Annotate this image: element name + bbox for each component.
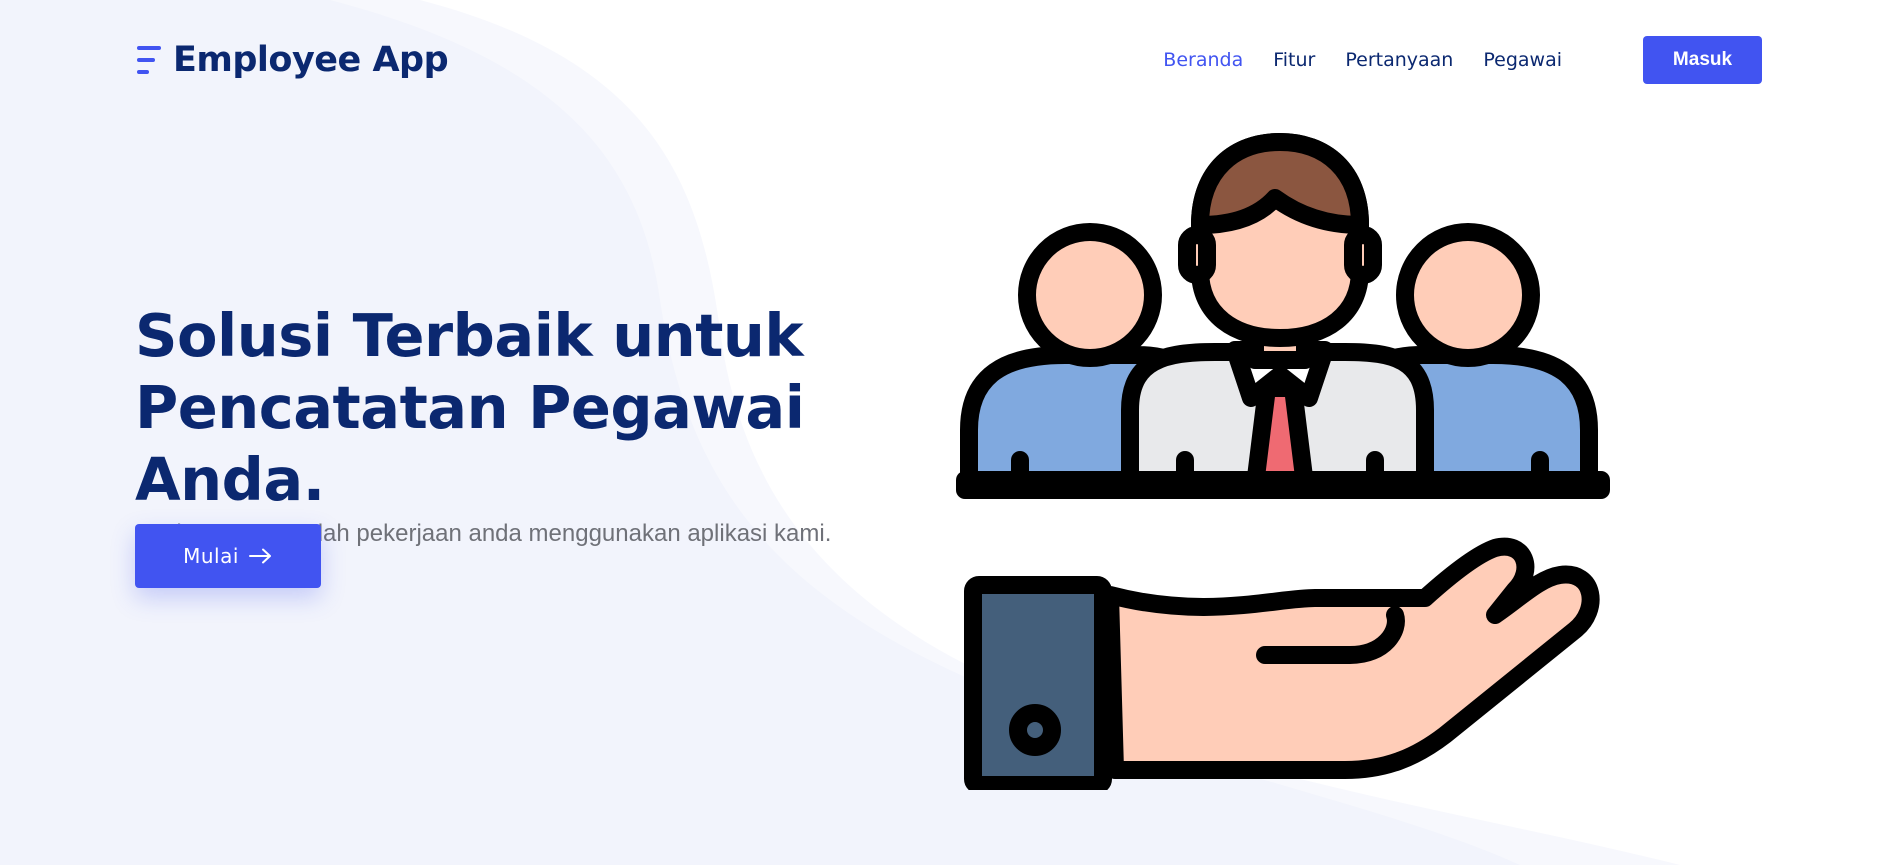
hero-section: Solusi Terbaik untuk Pencatatan Pegawai … [135,300,935,548]
hero-title: Solusi Terbaik untuk Pencatatan Pegawai … [135,300,915,516]
hamburger-bars-icon [137,46,161,74]
app-name: Employee App [173,40,449,80]
start-button-label: Mulai [183,544,239,568]
hero-title-line-2: Pencatatan Pegawai Anda. [135,373,805,514]
nav-item-beranda[interactable]: Beranda [1163,49,1243,71]
nav-item-pegawai[interactable]: Pegawai [1483,49,1562,71]
start-button[interactable]: Mulai [135,524,321,588]
hero-title-line-1: Solusi Terbaik untuk [135,301,804,370]
logo[interactable]: Employee App [135,36,449,84]
arrow-right-icon [248,548,271,564]
main-nav: Beranda Fitur Pertanyaan Pegawai [1163,36,1562,84]
login-button[interactable]: Masuk [1643,36,1762,84]
site-header: Employee App Beranda Fitur Pertanyaan Pe… [0,0,1892,120]
team-in-hand-illustration [956,133,1610,790]
landing-page: Employee App Beranda Fitur Pertanyaan Pe… [0,0,1892,865]
nav-item-pertanyaan[interactable]: Pertanyaan [1345,49,1453,71]
nav-item-fitur[interactable]: Fitur [1273,49,1315,71]
